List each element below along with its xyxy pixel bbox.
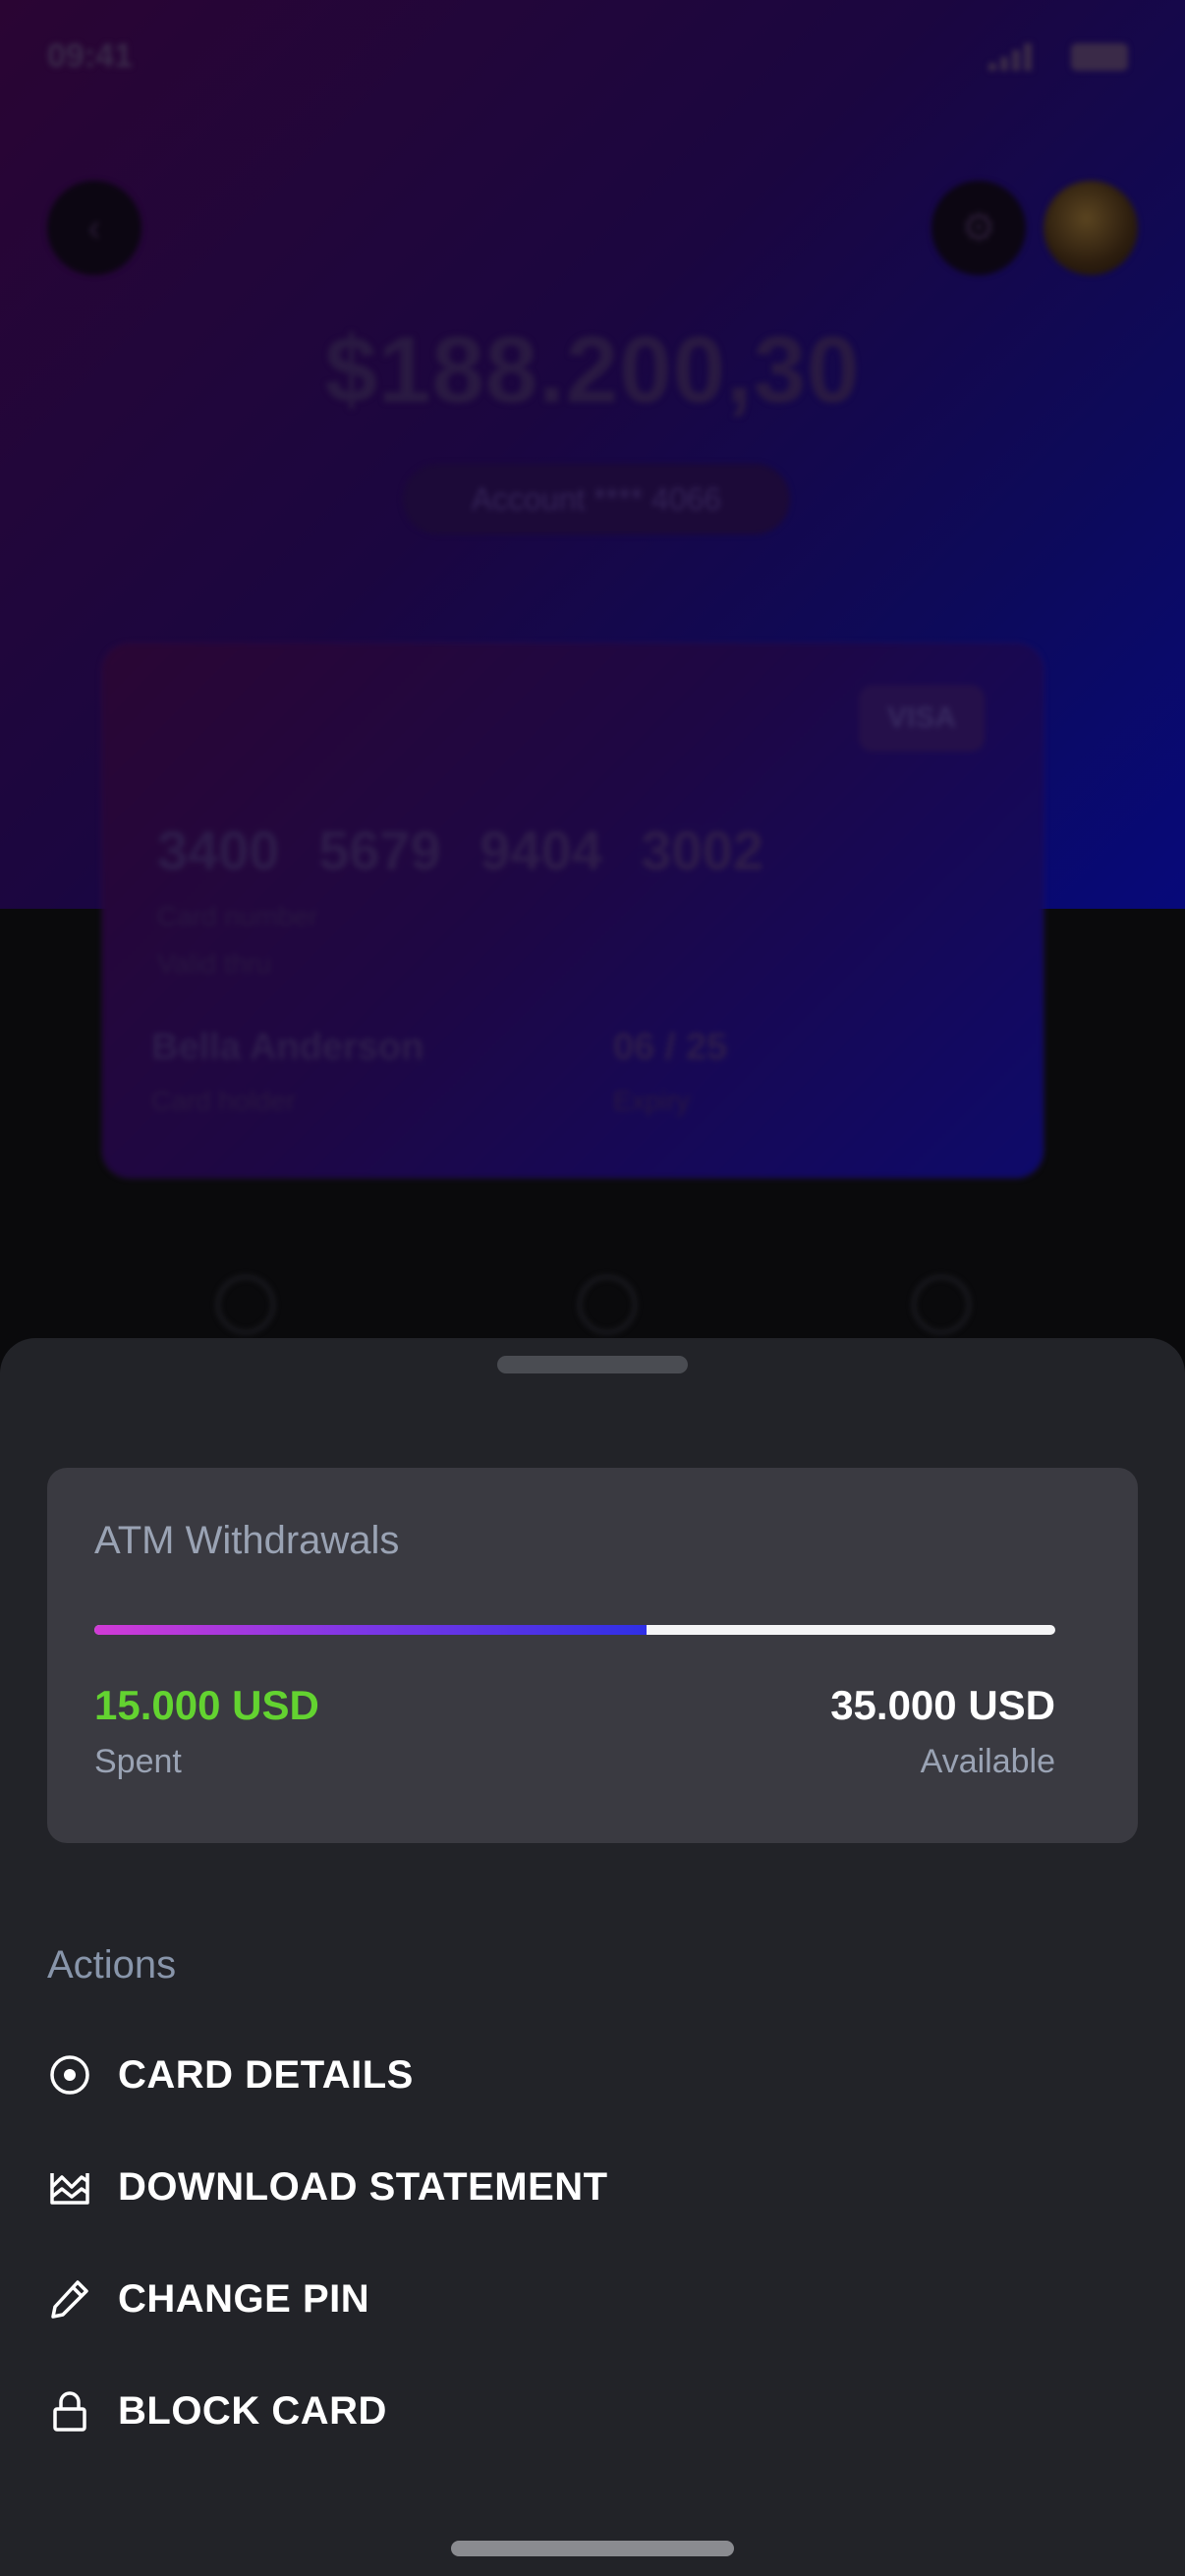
atm-limit-card: ATM Withdrawals 15.000 USD Spent 35.000 … (47, 1468, 1138, 1843)
signal-icon (988, 43, 1032, 71)
spent-label: Spent (94, 1743, 182, 1780)
action-label: BLOCK CARD (118, 2388, 387, 2433)
action-card-details[interactable]: CARD DETAILS (47, 2040, 833, 2110)
bank-card[interactable]: VISA 3400 5679 9404 3002 Card number Val… (102, 644, 1044, 1178)
nav-item-ghost (216, 1275, 275, 1334)
background-screen: 09:41 ‹ ⚙ $188.200,30 Account **** 4066 … (0, 0, 1185, 1356)
card-valid-caption: Valid thru (157, 948, 272, 979)
home-indicator[interactable] (451, 2541, 734, 2556)
card-holder-caption: Card holder (151, 1086, 296, 1116)
limit-progress-bar (94, 1625, 1055, 1635)
limit-title: ATM Withdrawals (94, 1519, 400, 1562)
action-label: DOWNLOAD STATEMENT (118, 2164, 608, 2209)
action-label: CHANGE PIN (118, 2276, 370, 2321)
status-time: 09:41 (47, 37, 133, 75)
spent-value: 15.000 USD (94, 1682, 319, 1728)
actions-heading: Actions (47, 1943, 177, 1987)
balance-amount: $188.200,30 (324, 317, 861, 422)
back-button[interactable]: ‹ (47, 181, 141, 275)
card-number-caption: Card number (157, 901, 318, 931)
pencil-icon (47, 2276, 92, 2322)
nav-item-ghost (578, 1275, 637, 1334)
card-expiry: 06 / 25 (613, 1027, 728, 1068)
card-holder-name: Bella Anderson (151, 1027, 424, 1068)
gear-icon: ⚙ (961, 206, 996, 250)
progress-fill (94, 1625, 648, 1635)
target-icon (47, 2052, 92, 2098)
action-block-card[interactable]: BLOCK CARD (47, 2376, 833, 2446)
avatar[interactable] (1044, 181, 1138, 275)
chart-statement-icon (47, 2164, 92, 2210)
lock-icon (47, 2388, 92, 2434)
available-label: Available (920, 1743, 1055, 1780)
sheet-drag-handle[interactable] (497, 1356, 688, 1373)
action-download-statement[interactable]: DOWNLOAD STATEMENT (47, 2152, 833, 2222)
card-brand-logo: VISA (859, 685, 985, 752)
action-label: CARD DETAILS (118, 2052, 414, 2097)
settings-button[interactable]: ⚙ (931, 181, 1026, 275)
available-value: 35.000 USD (830, 1682, 1055, 1728)
bottom-sheet: ATM Withdrawals 15.000 USD Spent 35.000 … (0, 1338, 1185, 2576)
action-change-pin[interactable]: CHANGE PIN (47, 2264, 833, 2334)
account-pill[interactable]: Account **** 4066 (403, 464, 790, 534)
nav-item-ghost (912, 1275, 971, 1334)
card-number: 3400 5679 9404 3002 (157, 819, 763, 881)
back-arrow-icon: ‹ (87, 205, 101, 250)
card-expiry-caption: Expiry (613, 1086, 690, 1116)
battery-icon (1071, 43, 1128, 71)
